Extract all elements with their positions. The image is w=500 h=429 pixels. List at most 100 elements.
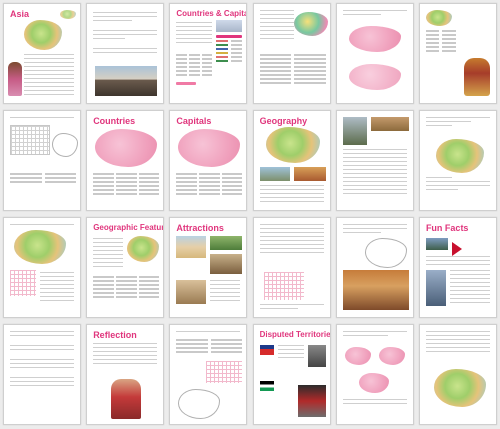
outline-map xyxy=(364,238,407,268)
question-lines xyxy=(425,117,490,129)
page-reflection[interactable]: Reflection xyxy=(86,324,165,425)
text-lines xyxy=(277,345,304,361)
page-city[interactable] xyxy=(335,217,414,318)
page-countries[interactable]: Countries xyxy=(86,110,165,211)
reflection-lines xyxy=(93,343,158,367)
clue-lines xyxy=(40,272,74,304)
world-mini-map xyxy=(60,10,76,19)
page-title: Countries & Capitals xyxy=(176,9,248,18)
flags-table xyxy=(216,40,243,62)
worksheet-grid: Asia Countries & Capitals Countries Capi… xyxy=(3,3,497,426)
page-fun-facts[interactable]: Fun Facts xyxy=(418,217,497,318)
countries-list xyxy=(93,173,160,195)
page-photos[interactable] xyxy=(335,110,414,211)
page-asia-cover[interactable]: Asia xyxy=(3,3,81,104)
crossword-grid xyxy=(263,272,304,300)
highlight-bar xyxy=(176,82,197,85)
page-geography[interactable]: Geography xyxy=(252,110,331,211)
facts-text xyxy=(425,256,490,268)
instructions xyxy=(176,331,241,335)
page-title: Fun Facts xyxy=(425,223,469,233)
page-title: Geography xyxy=(259,116,308,126)
page-dancer[interactable] xyxy=(418,3,497,104)
page-disputed-territories[interactable]: Disputed Territories xyxy=(252,324,331,425)
text-lines xyxy=(210,280,241,304)
outline-map xyxy=(52,133,78,157)
quiz-map-3 xyxy=(358,373,389,393)
answer-lines xyxy=(10,331,74,389)
capitals-map xyxy=(178,129,241,167)
text-lines xyxy=(259,10,294,42)
skyline-photo xyxy=(425,238,448,250)
asia-map xyxy=(24,20,62,50)
physical-map xyxy=(435,139,484,173)
intro-lines xyxy=(176,22,213,46)
answer-lines xyxy=(342,399,407,407)
city-photo xyxy=(176,280,207,304)
page-matching[interactable] xyxy=(252,217,331,318)
facts-text-2 xyxy=(449,270,490,306)
tower-photo xyxy=(425,270,446,306)
question-lines xyxy=(425,331,490,355)
pink-map-2 xyxy=(348,64,401,90)
page-title: Disputed Territories xyxy=(259,330,331,339)
features-map xyxy=(127,236,160,262)
palace-photo xyxy=(95,66,158,96)
clue-lines xyxy=(259,304,324,312)
mini-map xyxy=(425,10,452,26)
ruins-photo xyxy=(370,117,409,131)
answer-grid xyxy=(425,30,456,52)
page-map-text[interactable] xyxy=(252,3,331,104)
page-geographic-features[interactable]: Geographic Features xyxy=(86,217,165,318)
desert-photo xyxy=(293,167,326,181)
child-photo xyxy=(111,379,142,419)
text-block xyxy=(24,54,74,98)
table-header xyxy=(216,35,243,38)
page-crossword[interactable] xyxy=(169,324,248,425)
text-lines xyxy=(259,185,324,205)
text-lines xyxy=(342,149,407,197)
colored-map xyxy=(293,12,328,36)
page-wordsearch[interactable] xyxy=(3,110,81,211)
child-photo xyxy=(8,62,22,96)
landscape-photo xyxy=(259,167,290,181)
page-title: Asia xyxy=(10,9,30,19)
city-photo xyxy=(216,20,243,32)
question-lines xyxy=(259,224,324,256)
page-title: Reflection xyxy=(93,330,137,340)
question-lines xyxy=(93,12,158,56)
answer-grid xyxy=(259,54,326,84)
crossword-grid xyxy=(206,361,243,383)
page-capitals[interactable]: Capitals xyxy=(169,110,248,211)
geography-map xyxy=(265,127,320,163)
quiz-lines xyxy=(342,331,407,339)
mountain-photo xyxy=(342,117,367,145)
features-list xyxy=(93,238,124,270)
word-list xyxy=(10,173,76,183)
page-map-grid[interactable] xyxy=(3,217,81,318)
instructions xyxy=(10,117,74,121)
puzzle-grid xyxy=(10,270,36,296)
page-quiz[interactable] xyxy=(335,324,414,425)
protest-photo xyxy=(297,385,326,417)
monument-photo xyxy=(210,254,243,274)
page-map-questions[interactable] xyxy=(418,110,497,211)
asia-map xyxy=(433,369,486,407)
page-review-lines[interactable] xyxy=(3,324,81,425)
page-title: Geographic Features xyxy=(93,223,165,232)
pink-map xyxy=(348,26,401,52)
city-photo xyxy=(342,270,409,310)
answer-lines xyxy=(425,177,490,193)
temple-photo xyxy=(176,236,207,258)
instructions xyxy=(10,224,74,228)
page-final-map[interactable] xyxy=(418,324,497,425)
page-questions[interactable] xyxy=(86,3,165,104)
page-countries-capitals[interactable]: Countries & Capitals xyxy=(169,3,248,104)
taiwan-flag xyxy=(259,345,274,355)
page-title: Attractions xyxy=(176,223,224,233)
dancer-photo xyxy=(463,58,490,96)
page-map-quiz[interactable] xyxy=(335,3,414,104)
palestine-flag xyxy=(259,381,274,391)
page-attractions[interactable]: Attractions xyxy=(169,217,248,318)
question-lines xyxy=(342,224,407,236)
